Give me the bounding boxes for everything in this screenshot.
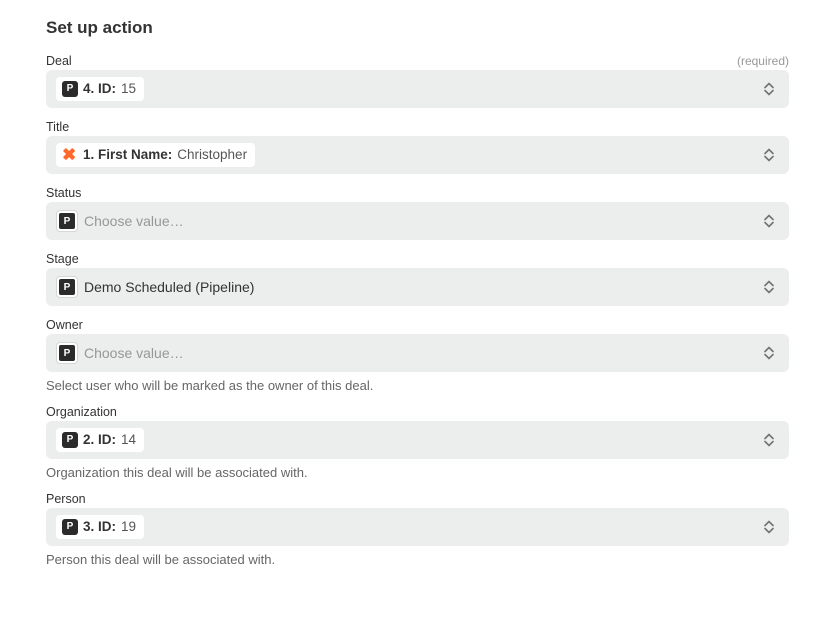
owner-help: Select user who will be marked as the ow… (46, 378, 789, 393)
deal-value-pill: P 4. ID: 15 (56, 77, 144, 101)
chevron-sort-icon (763, 434, 775, 447)
person-help: Person this deal will be associated with… (46, 552, 789, 567)
pipedrive-icon: P (56, 342, 78, 364)
label-owner: Owner (46, 318, 83, 332)
chevron-sort-icon (763, 149, 775, 162)
person-value-pill: P 3. ID: 19 (56, 515, 144, 539)
person-select[interactable]: P 3. ID: 19 (46, 508, 789, 546)
owner-select[interactable]: P Choose value… (46, 334, 789, 372)
deal-pill-key: 4. ID: (83, 80, 116, 98)
label-title: Title (46, 120, 69, 134)
label-organization: Organization (46, 405, 117, 419)
organization-pill-val: 14 (121, 431, 136, 449)
owner-placeholder: Choose value… (84, 345, 184, 361)
organization-select[interactable]: P 2. ID: 14 (46, 421, 789, 459)
title-pill-val: Christopher (177, 146, 247, 164)
field-organization: Organization P 2. ID: 14 Organization th… (46, 405, 789, 480)
pipedrive-icon: P (62, 519, 78, 535)
label-status: Status (46, 186, 81, 200)
stage-select[interactable]: P Demo Scheduled (Pipeline) (46, 268, 789, 306)
title-select[interactable]: 1. First Name: Christopher (46, 136, 789, 174)
chevron-sort-icon (763, 521, 775, 534)
field-stage: Stage P Demo Scheduled (Pipeline) (46, 252, 789, 306)
chevron-sort-icon (763, 83, 775, 96)
pipedrive-icon: P (56, 276, 78, 298)
page-title: Set up action (46, 18, 789, 38)
organization-value-pill: P 2. ID: 14 (56, 428, 144, 452)
status-placeholder: Choose value… (84, 213, 184, 229)
chevron-sort-icon (763, 281, 775, 294)
stage-value: Demo Scheduled (Pipeline) (84, 279, 254, 295)
pipedrive-icon: P (62, 432, 78, 448)
person-pill-val: 19 (121, 518, 136, 536)
required-indicator: (required) (737, 54, 789, 68)
pipedrive-icon: P (62, 81, 78, 97)
zapier-icon (62, 147, 78, 163)
field-status: Status P Choose value… (46, 186, 789, 240)
field-person: Person P 3. ID: 19 Person this deal will… (46, 492, 789, 567)
chevron-sort-icon (763, 347, 775, 360)
deal-select[interactable]: P 4. ID: 15 (46, 70, 789, 108)
deal-pill-val: 15 (121, 80, 136, 98)
pipedrive-icon: P (56, 210, 78, 232)
status-select[interactable]: P Choose value… (46, 202, 789, 240)
field-title: Title 1. First Name: Christopher (46, 120, 789, 174)
chevron-sort-icon (763, 215, 775, 228)
field-deal: Deal (required) P 4. ID: 15 (46, 54, 789, 108)
label-person: Person (46, 492, 86, 506)
title-pill-key: 1. First Name: (83, 146, 172, 164)
person-pill-key: 3. ID: (83, 518, 116, 536)
field-owner: Owner P Choose value… Select user who wi… (46, 318, 789, 393)
organization-help: Organization this deal will be associate… (46, 465, 789, 480)
organization-pill-key: 2. ID: (83, 431, 116, 449)
label-deal: Deal (46, 54, 72, 68)
label-stage: Stage (46, 252, 79, 266)
title-value-pill: 1. First Name: Christopher (56, 143, 255, 167)
